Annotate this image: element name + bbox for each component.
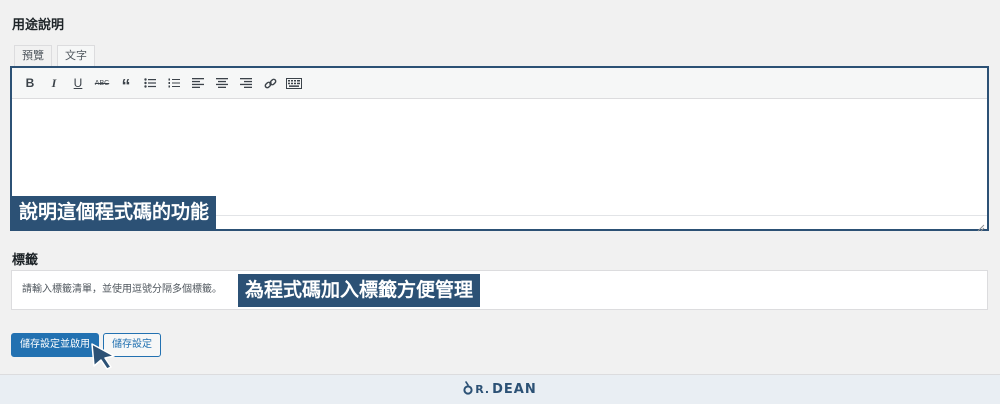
description-callout: 說明這個程式碼的功能 [12,196,217,229]
save-and-activate-button[interactable]: 儲存設定並啟用 [11,333,99,357]
tab-text[interactable]: 文字 [57,45,95,66]
tags-callout: 為程式碼加入標籤方便管理 [238,274,481,307]
underline-icon[interactable]: U [66,71,90,95]
strikethrough-icon[interactable]: ABC [90,71,114,95]
footer: R. DEAN [0,374,1000,404]
bold-icon[interactable]: B [18,71,42,95]
brand-name: DEAN [492,382,537,397]
align-center-icon[interactable] [210,71,234,95]
description-section-title: 用途說明 [12,17,65,32]
italic-icon[interactable]: I [42,71,66,95]
numbered-list-icon[interactable] [162,71,186,95]
tab-visual[interactable]: 預覽 [14,45,52,66]
keyboard-icon[interactable] [282,71,306,95]
align-right-icon[interactable] [234,71,258,95]
blockquote-icon[interactable]: “ [114,71,138,95]
brand-logo: R. DEAN [463,380,537,399]
tags-input[interactable]: 請輸入標籤清單，並使用逗號分隔多個標籤。 [11,270,988,310]
tags-section-title: 標籤 [12,252,39,267]
brand-prefix: R. [475,383,491,396]
editor-toolbar: B I U ABC “ [12,68,987,99]
resize-handle-icon[interactable] [977,219,985,232]
editor-tabs: 預覽 文字 [14,45,95,66]
bullet-list-icon[interactable] [138,71,162,95]
brand-mark-icon [463,380,473,399]
mouse-pointer-icon [88,340,118,375]
link-icon[interactable] [258,71,282,95]
align-left-icon[interactable] [186,71,210,95]
